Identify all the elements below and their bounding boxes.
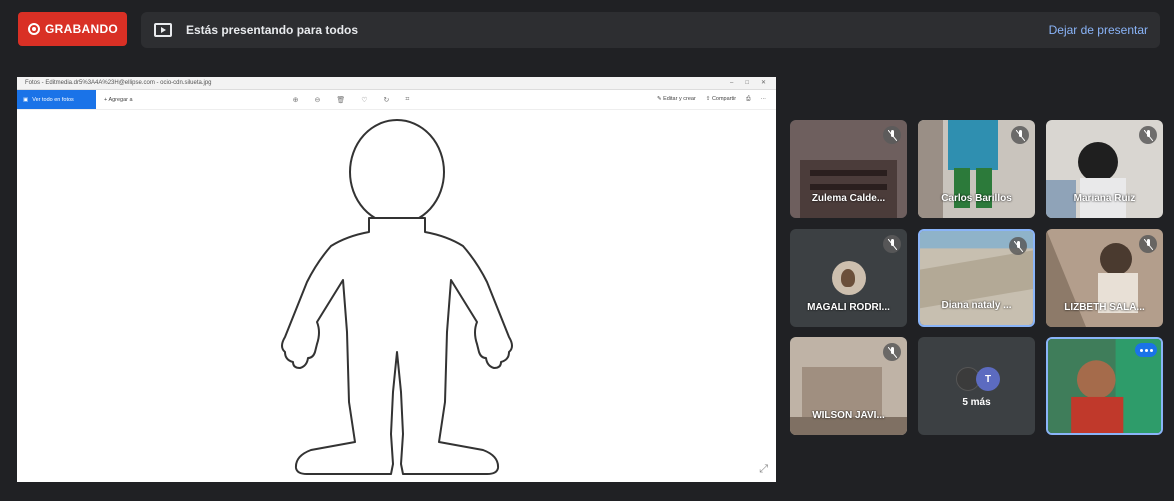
self-video-tile[interactable]: [1046, 337, 1163, 435]
body-outline-image: [281, 119, 513, 475]
participant-tile[interactable]: LIZBETH SALA...: [1046, 229, 1163, 327]
zoom-out-icon[interactable]: ⊖: [314, 96, 320, 104]
participant-tile[interactable]: Zulema Calde...: [790, 120, 907, 218]
delete-icon[interactable]: 🗑: [336, 96, 345, 104]
edit-create-button[interactable]: ✎ Editar y crear: [657, 96, 696, 103]
participant-tile[interactable]: Diana nataly ...: [918, 229, 1035, 327]
shared-screen: Fotos - Editmedia.dr5%3A4A%23H@ellipse.c…: [17, 77, 776, 482]
print-icon[interactable]: ⎙: [746, 96, 750, 103]
participant-name: WILSON JAVI...: [812, 410, 885, 421]
participant-name: LIZBETH SALA...: [1064, 302, 1145, 313]
zoom-in-icon[interactable]: ⊕: [293, 96, 299, 104]
mic-off-icon: [883, 343, 901, 361]
view-all-button[interactable]: ▣ Ver todo en fotos: [17, 90, 96, 109]
mic-off-icon: [883, 126, 901, 144]
participant-tile[interactable]: MAGALI RODRI...: [790, 229, 907, 327]
mic-off-icon: [1139, 235, 1157, 253]
minimize-icon[interactable]: –: [730, 77, 733, 89]
present-screen-icon: [154, 23, 172, 37]
participant-name: Mariana Ruiz: [1073, 193, 1136, 204]
window-titlebar: Fotos - Editmedia.dr5%3A4A%23H@ellipse.c…: [17, 77, 776, 90]
favorite-icon[interactable]: ♡: [361, 96, 367, 104]
maximize-icon[interactable]: □: [745, 77, 749, 89]
mic-off-icon: [883, 235, 901, 253]
window-title: Fotos - Editmedia.dr5%3A4A%23H@ellipse.c…: [25, 80, 212, 86]
add-to-button[interactable]: + Agregar a: [104, 97, 133, 103]
crop-icon[interactable]: ⌗: [405, 96, 409, 104]
participant-tile[interactable]: WILSON JAVI...: [790, 337, 907, 435]
participant-name: Carlos Barillos: [941, 193, 1012, 204]
photo-toolbar: ▣ Ver todo en fotos + Agregar a ⊕ ⊖ 🗑 ♡ …: [17, 90, 776, 110]
photos-icon: ▣: [23, 96, 29, 103]
presenting-banner: Estás presentando para todos Dejar de pr…: [141, 12, 1160, 48]
rotate-icon[interactable]: ↻: [384, 96, 390, 104]
participant-name: MAGALI RODRI...: [807, 302, 890, 313]
more-options-button[interactable]: [1135, 343, 1157, 357]
more-participants-label: 5 más: [962, 397, 991, 408]
share-button[interactable]: ⇪ Compartir: [706, 96, 736, 103]
mic-off-icon: [1009, 237, 1027, 255]
add-to-label: Agregar a: [108, 96, 133, 103]
more-options-icon[interactable]: ···: [761, 96, 767, 103]
avatar-initial: T: [976, 367, 1000, 391]
record-icon: [28, 23, 40, 35]
participant-name: Diana nataly ...: [941, 300, 1012, 311]
stop-presenting-button[interactable]: Dejar de presentar: [1049, 23, 1148, 37]
close-icon[interactable]: ✕: [761, 77, 766, 89]
avatar: [832, 261, 866, 295]
participant-tile[interactable]: Mariana Ruiz: [1046, 120, 1163, 218]
more-participants-tile[interactable]: T 5 más: [918, 337, 1035, 435]
recording-badge[interactable]: GRABANDO: [18, 12, 127, 46]
recording-label: GRABANDO: [45, 22, 119, 36]
share-label: Compartir: [711, 96, 737, 102]
mic-off-icon: [1139, 126, 1157, 144]
participant-tile[interactable]: Carlos Barillos: [918, 120, 1035, 218]
expand-icon[interactable]: ⤢: [759, 463, 768, 476]
edit-create-label: Editar y crear: [663, 96, 696, 102]
presenting-text: Estás presentando para todos: [186, 23, 359, 37]
view-all-label: Ver todo en fotos: [32, 96, 74, 103]
participant-name: Zulema Calde...: [811, 193, 886, 204]
mic-off-icon: [1011, 126, 1029, 144]
